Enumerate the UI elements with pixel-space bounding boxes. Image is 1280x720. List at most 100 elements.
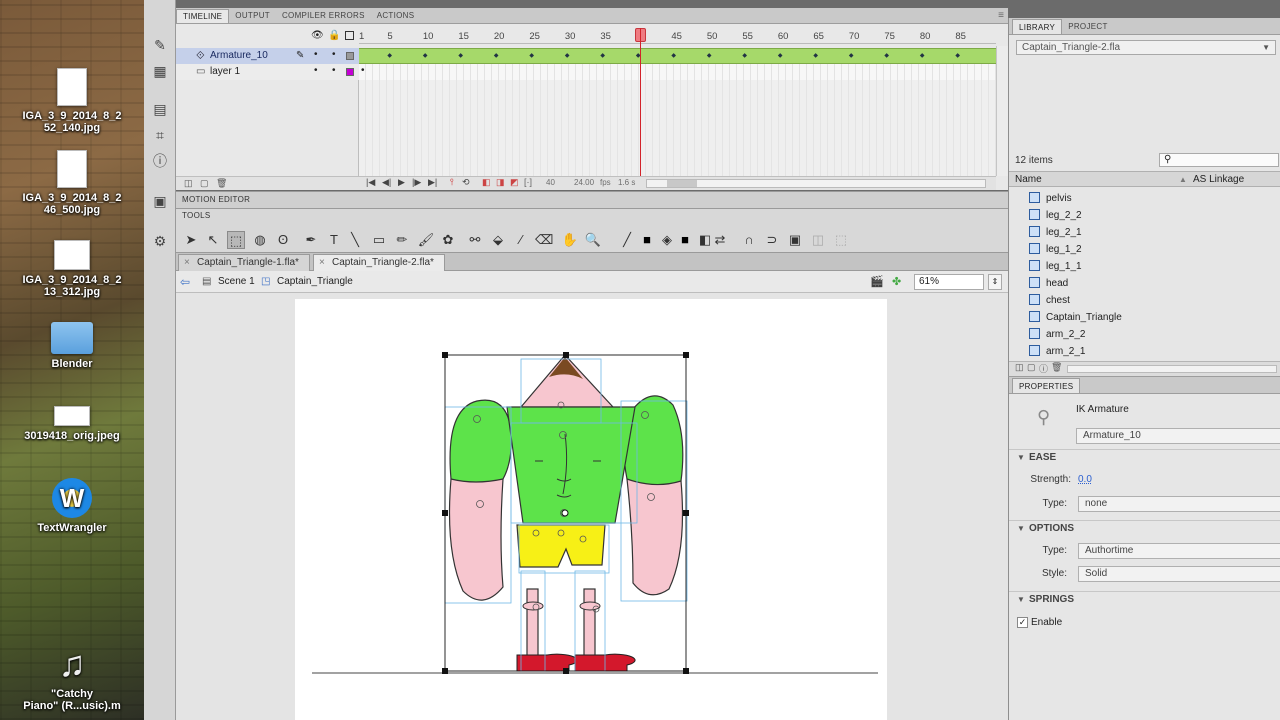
desktop-app-textwrangler[interactable]: W TextWrangler: [0, 478, 144, 534]
edit-symbols-icon[interactable]: ✤: [892, 271, 901, 293]
column-as-linkage[interactable]: AS Linkage: [1193, 172, 1244, 187]
stage[interactable]: [295, 299, 887, 720]
trash-icon[interactable]: 🗑: [1051, 362, 1062, 373]
brush-panel-icon[interactable]: ✎: [151, 36, 169, 54]
column-name[interactable]: Name: [1015, 172, 1042, 187]
layer-frames[interactable]: •: [359, 64, 996, 80]
go-to-last-frame-icon[interactable]: ▶|: [428, 177, 437, 188]
pose-keyframe[interactable]: ◆: [813, 48, 818, 64]
tab-library[interactable]: LIBRARY: [1012, 19, 1063, 34]
motion-editor-bar[interactable]: MOTION EDITOR: [176, 191, 1008, 209]
pencil-tool-icon[interactable]: ✏: [393, 231, 411, 249]
document-tab-2[interactable]: × Captain_Triangle-2.fla*: [313, 254, 445, 271]
timeline-horizontal-scrollbar[interactable]: [646, 179, 986, 188]
paint-bucket-tool-icon[interactable]: ⬙: [489, 231, 507, 249]
onion-skin-icon[interactable]: ◧: [482, 177, 491, 188]
play-icon[interactable]: ▶: [398, 177, 405, 188]
tab-properties[interactable]: PROPERTIES: [1012, 378, 1081, 393]
deco-tool-icon[interactable]: ✿: [439, 231, 457, 249]
pose-keyframe[interactable]: ◆: [387, 48, 392, 64]
grid-panel-icon[interactable]: ▦: [151, 62, 169, 80]
tab-timeline[interactable]: TIMELINE: [176, 9, 230, 23]
zoom-stepper[interactable]: ⇕: [988, 274, 1002, 290]
edit-multiple-frames-icon[interactable]: ◩: [510, 177, 519, 188]
tab-output[interactable]: OUTPUT: [229, 9, 276, 23]
free-transform-tool-icon[interactable]: ⬚: [227, 231, 245, 249]
library-search-input[interactable]: ⚲: [1159, 153, 1279, 167]
layer-color-swatch[interactable]: [346, 52, 354, 60]
desktop-file-2[interactable]: IGA_3_9_2014_8_2 46_500.jpg: [0, 150, 144, 216]
library-item[interactable]: pelvis: [1029, 190, 1072, 207]
strength-value[interactable]: 0.0: [1078, 474, 1092, 485]
instance-name-input[interactable]: Armature_10: [1076, 428, 1280, 444]
library-item[interactable]: leg_2_2: [1029, 207, 1082, 224]
lasso-tool-icon[interactable]: ʘ: [274, 231, 292, 249]
lock-dot[interactable]: •: [332, 47, 336, 63]
stroke-color-icon[interactable]: ╱: [618, 231, 636, 249]
pen-tool-icon[interactable]: ✒: [302, 231, 320, 249]
ease-type-select[interactable]: none: [1078, 496, 1280, 512]
section-ease[interactable]: ▼ EASE: [1009, 449, 1280, 465]
new-symbol-icon[interactable]: ◫: [1015, 362, 1024, 373]
pose-keyframe[interactable]: ◆: [494, 48, 499, 64]
smooth-icon[interactable]: ⊃: [763, 231, 781, 249]
character-artwork[interactable]: [295, 299, 887, 720]
desktop-file-music[interactable]: ♫ "Catchy Piano" (R...usic).m: [0, 644, 144, 713]
eyedropper-tool-icon[interactable]: ⁄: [512, 231, 530, 249]
section-springs[interactable]: ▼ SPRINGS: [1009, 591, 1280, 607]
sort-arrow-icon[interactable]: ▲: [1179, 172, 1187, 187]
pose-keyframe[interactable]: ◆: [778, 48, 783, 64]
components-panel-icon[interactable]: ⚙: [151, 232, 169, 250]
tab-project[interactable]: PROJECT: [1062, 19, 1113, 34]
properties-icon[interactable]: ⓘ: [1039, 362, 1048, 375]
stage-pasteboard[interactable]: [176, 293, 1008, 720]
new-folder-icon[interactable]: ▢: [1027, 362, 1036, 373]
snap-to-objects-icon[interactable]: ∩: [740, 231, 758, 249]
timeline-vertical-scrollbar[interactable]: [996, 46, 1008, 176]
pose-keyframe[interactable]: ◆: [600, 48, 605, 64]
new-folder-icon[interactable]: ▢: [200, 178, 209, 189]
playhead-line[interactable]: [640, 28, 641, 178]
info-panel-icon[interactable]: ⓘ: [151, 152, 169, 170]
breadcrumb-scene[interactable]: Scene 1: [218, 271, 255, 293]
desktop-file-4[interactable]: 3019418_orig.jpeg: [0, 406, 144, 442]
lock-dot[interactable]: •: [332, 63, 336, 79]
fill-color-swatch[interactable]: ■: [676, 231, 694, 249]
straighten-icon[interactable]: ▣: [786, 231, 804, 249]
subselection-tool-icon[interactable]: ↖: [204, 231, 222, 249]
trash-icon[interactable]: 🗑: [216, 178, 227, 189]
line-tool-icon[interactable]: ╲: [346, 231, 364, 249]
pose-keyframe[interactable]: ◆: [742, 48, 747, 64]
breadcrumb-symbol[interactable]: Captain_Triangle: [277, 271, 353, 293]
rectangle-tool-icon[interactable]: ▭: [370, 231, 388, 249]
library-item[interactable]: arm_2_2: [1029, 326, 1085, 343]
swap-colors-icon[interactable]: ⇄: [711, 231, 729, 249]
loop-icon[interactable]: ⟲: [462, 177, 470, 188]
library-item[interactable]: chest: [1029, 292, 1070, 309]
springs-enable-checkbox[interactable]: ✓: [1017, 617, 1028, 628]
pose-keyframe[interactable]: ◆: [849, 48, 854, 64]
go-to-first-frame-icon[interactable]: |◀: [366, 177, 375, 188]
close-tab-icon[interactable]: ×: [319, 255, 325, 271]
style-select[interactable]: Solid: [1078, 566, 1280, 582]
hand-tool-icon[interactable]: ✋: [561, 231, 579, 249]
library-item[interactable]: leg_2_1: [1029, 224, 1082, 241]
library-item[interactable]: arm_2_1: [1029, 343, 1085, 360]
scrollbar-thumb[interactable]: [667, 180, 697, 187]
library-item[interactable]: leg_1_1: [1029, 258, 1082, 275]
pose-keyframe[interactable]: ◆: [423, 48, 428, 64]
frames-grid[interactable]: [359, 80, 996, 176]
document-tab-1[interactable]: × Captain_Triangle-1.fla*: [178, 254, 310, 271]
pose-keyframe[interactable]: ◆: [707, 48, 712, 64]
onion-skin-outline-icon[interactable]: ◨: [496, 177, 505, 188]
lock-icon[interactable]: 🔒: [328, 30, 340, 41]
step-back-icon[interactable]: ◀|: [382, 177, 391, 188]
step-forward-icon[interactable]: |▶: [412, 177, 421, 188]
3d-rotation-tool-icon[interactable]: ◍: [251, 231, 269, 249]
pose-keyframe[interactable]: ◆: [565, 48, 570, 64]
desktop-file-1[interactable]: IGA_3_9_2014_8_2 52_140.jpg: [0, 68, 144, 134]
modify-markers-icon[interactable]: [·]: [524, 177, 532, 187]
rotate-icon[interactable]: ◫: [809, 231, 827, 249]
library-panel-icon[interactable]: ▣: [151, 192, 169, 210]
pose-keyframe[interactable]: ◆: [458, 48, 463, 64]
